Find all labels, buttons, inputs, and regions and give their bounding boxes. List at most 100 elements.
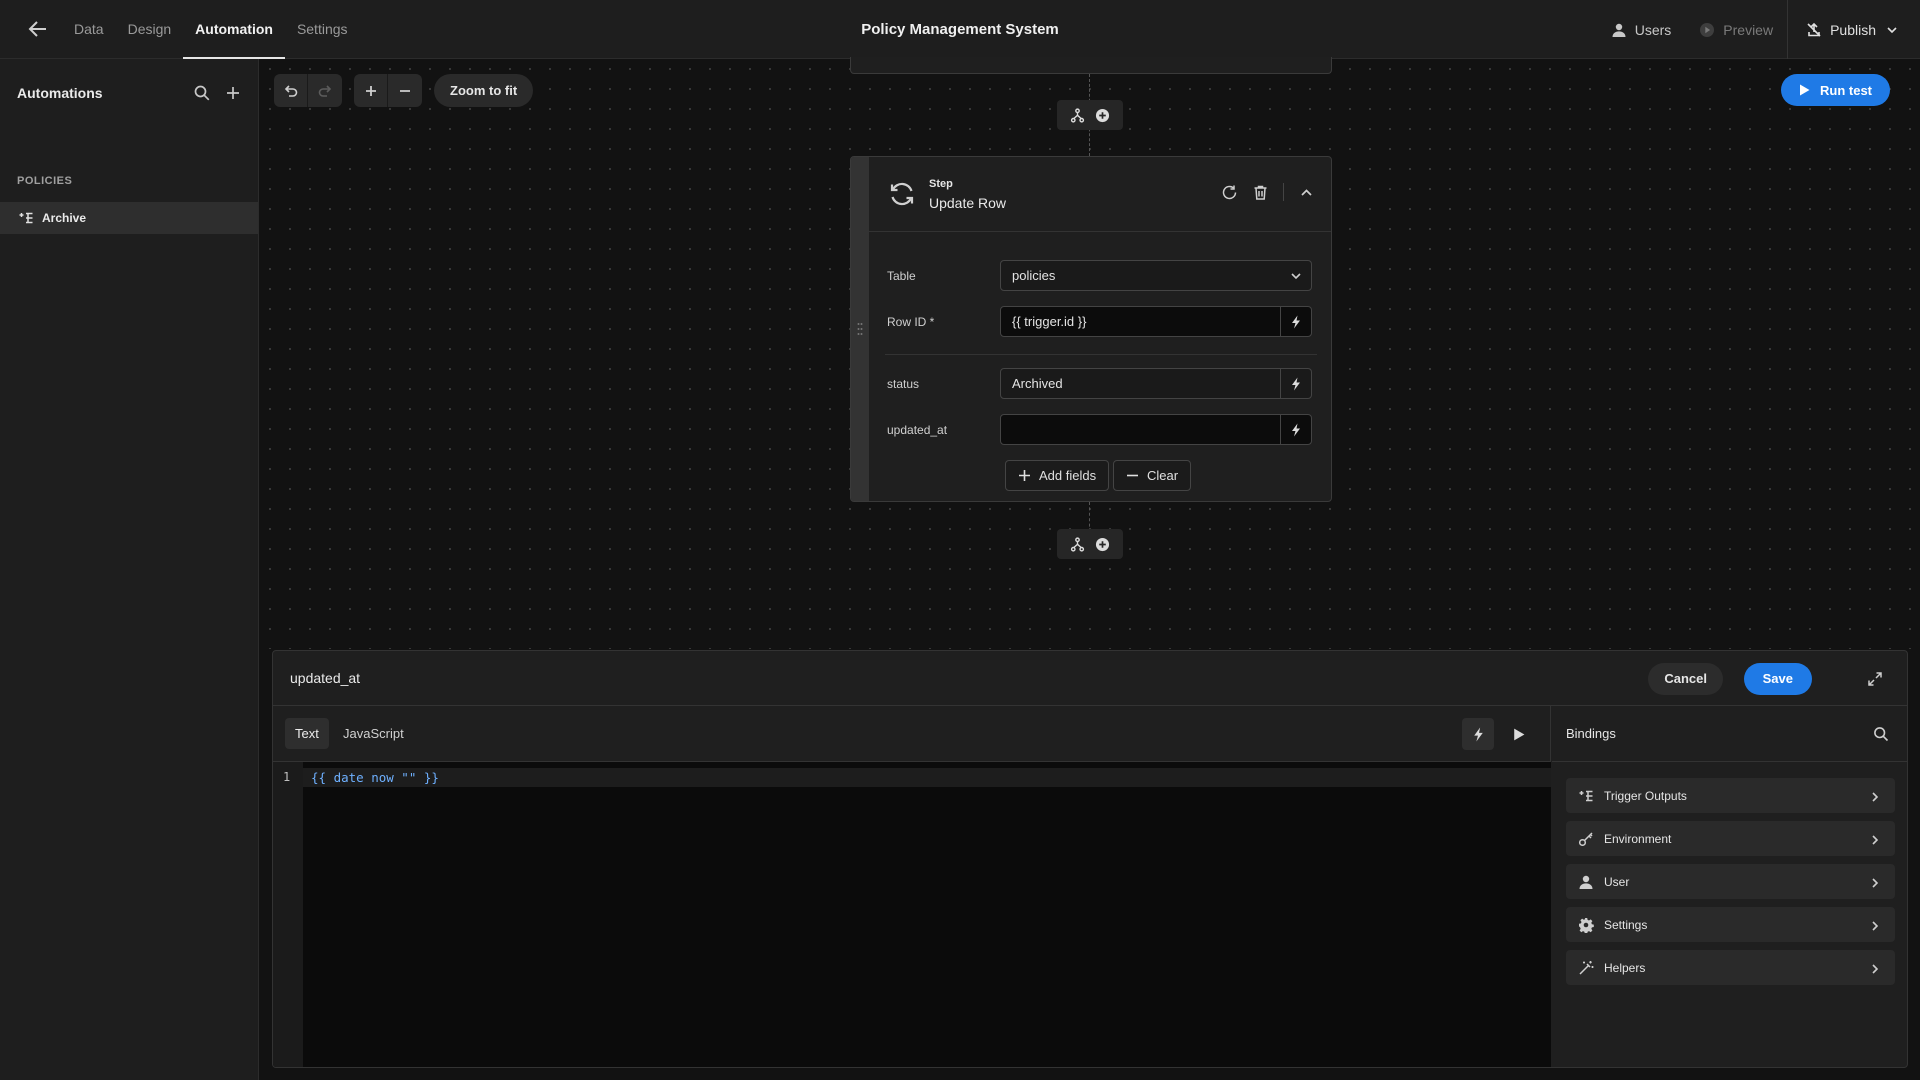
table-select-value: policies <box>1012 268 1056 283</box>
bindings-header: Bindings <box>1552 706 1907 762</box>
add-fields-button[interactable]: Add fields <box>1005 460 1110 491</box>
publish-button[interactable]: Publish <box>1787 0 1920 59</box>
refresh-icon <box>887 179 917 209</box>
code-line[interactable]: {{ date now "" }} <box>311 770 439 785</box>
zoom-out-icon[interactable] <box>388 74 422 107</box>
nav-tab-automation[interactable]: Automation <box>183 0 285 59</box>
users-label: Users <box>1634 21 1672 38</box>
nav-tab-settings[interactable]: Settings <box>285 0 360 59</box>
branch-icon[interactable] <box>1070 107 1085 123</box>
step-name: Update Row <box>929 195 1007 211</box>
add-fields-label: Add fields <box>1039 468 1097 483</box>
preview-button[interactable]: Preview <box>1685 0 1787 59</box>
main-nav: Data Design Automation Settings <box>62 0 360 59</box>
play-icon <box>1797 83 1811 97</box>
run-test-button[interactable]: Run test <box>1781 74 1890 106</box>
nav-tab-data[interactable]: Data <box>62 0 116 59</box>
line-number: 1 <box>283 770 291 784</box>
branch-icon[interactable] <box>1070 536 1085 552</box>
bolt-icon[interactable] <box>1462 718 1494 750</box>
zoom-to-fit-button[interactable]: Zoom to fit <box>434 74 534 107</box>
binding-settings[interactable]: Settings <box>1566 907 1895 942</box>
back-arrow-icon[interactable] <box>26 17 50 41</box>
status-input[interactable]: Archived <box>1000 368 1312 399</box>
step-card-update-row[interactable]: Step Update Row Table policies Row ID * … <box>850 156 1332 502</box>
code-area[interactable]: 1 {{ date now "" }} <box>273 762 1551 1067</box>
tab-text[interactable]: Text <box>285 718 329 749</box>
publish-off-icon <box>1806 22 1822 38</box>
row-id-value: {{ trigger.id }} <box>1012 314 1087 329</box>
binding-label: Helpers <box>1604 960 1646 975</box>
canvas-toolbar: Zoom to fit <box>274 74 534 107</box>
automation-canvas[interactable]: Zoom to fit Run test Step Update Row Tab… <box>260 57 1920 649</box>
node-actions <box>1057 529 1123 559</box>
chevron-up-icon[interactable] <box>1298 184 1315 201</box>
table-label: Table <box>887 269 916 283</box>
binding-label: Trigger Outputs <box>1604 788 1687 803</box>
chevron-right-icon <box>1869 876 1881 888</box>
add-step-icon[interactable] <box>1095 108 1110 123</box>
sidebar-title: Automations <box>17 85 103 101</box>
clear-button[interactable]: Clear <box>1113 460 1192 491</box>
tree-icon <box>1578 788 1594 804</box>
bolt-icon[interactable] <box>1280 307 1311 336</box>
binding-trigger-outputs[interactable]: Trigger Outputs <box>1566 778 1895 813</box>
sidebar-item-archive[interactable]: Archive <box>0 202 258 234</box>
zoom-controls <box>354 74 422 107</box>
editor-tabs: Text JavaScript <box>273 706 1551 762</box>
row-id-label: Row ID * <box>887 315 935 329</box>
code-editor: Text JavaScript 1 {{ date now "" }} <box>273 706 1551 1067</box>
active-line <box>303 768 1551 787</box>
add-step-icon[interactable] <box>1095 537 1110 552</box>
chevron-right-icon <box>1869 790 1881 802</box>
bolt-icon[interactable] <box>1280 369 1311 398</box>
run-test-label: Run test <box>1820 82 1872 98</box>
sidebar: Automations POLICIES Archive <box>0 59 259 1080</box>
panel-header: updated_at Cancel Save <box>273 651 1907 706</box>
previous-step-card[interactable] <box>850 57 1332 74</box>
zoom-in-icon[interactable] <box>354 74 388 107</box>
save-button[interactable]: Save <box>1743 663 1812 695</box>
minus-icon <box>1126 469 1139 482</box>
reset-icon[interactable] <box>1221 184 1238 201</box>
plus-icon <box>1018 469 1031 482</box>
history-controls <box>274 74 342 107</box>
bindings-title: Bindings <box>1566 726 1616 741</box>
status-label: status <box>887 377 920 391</box>
chevron-right-icon <box>1869 833 1881 845</box>
preview-label: Preview <box>1723 21 1774 38</box>
sidebar-item-label: Archive <box>42 211 87 225</box>
binding-user[interactable]: User <box>1566 864 1895 899</box>
sidebar-section-label: POLICIES <box>17 175 73 187</box>
play-icon[interactable] <box>1502 718 1534 750</box>
undo-icon[interactable] <box>274 74 308 107</box>
cancel-button[interactable]: Cancel <box>1648 663 1723 695</box>
binding-label: User <box>1604 874 1630 889</box>
trash-icon[interactable] <box>1252 184 1269 201</box>
binding-helpers[interactable]: Helpers <box>1566 950 1895 985</box>
bolt-icon[interactable] <box>1280 415 1311 444</box>
play-circle-icon <box>1699 22 1715 38</box>
grip-icon[interactable] <box>857 322 863 336</box>
flow-connector <box>1089 502 1090 532</box>
key-icon <box>1578 831 1594 847</box>
users-button[interactable]: Users <box>1597 0 1686 59</box>
updated-at-input[interactable] <box>1000 414 1312 445</box>
top-bar: Data Design Automation Settings Policy M… <box>0 0 1920 59</box>
expand-icon[interactable] <box>1867 671 1883 687</box>
redo-icon[interactable] <box>308 74 342 107</box>
tab-javascript[interactable]: JavaScript <box>333 718 414 749</box>
binding-label: Settings <box>1604 917 1648 932</box>
nav-tab-design[interactable]: Design <box>116 0 184 59</box>
chevron-right-icon <box>1869 962 1881 974</box>
binding-environment[interactable]: Environment <box>1566 821 1895 856</box>
add-icon[interactable] <box>224 84 242 102</box>
row-id-input[interactable]: {{ trigger.id }} <box>1000 306 1312 337</box>
table-select[interactable]: policies <box>1000 260 1312 291</box>
chevron-down-icon <box>1884 22 1900 38</box>
bindings-panel: Bindings Trigger Outputs Environment Use… <box>1552 706 1907 1067</box>
gear-icon <box>1578 917 1594 934</box>
search-icon[interactable] <box>1873 726 1889 742</box>
field-divider <box>885 354 1317 355</box>
search-icon[interactable] <box>193 84 211 102</box>
